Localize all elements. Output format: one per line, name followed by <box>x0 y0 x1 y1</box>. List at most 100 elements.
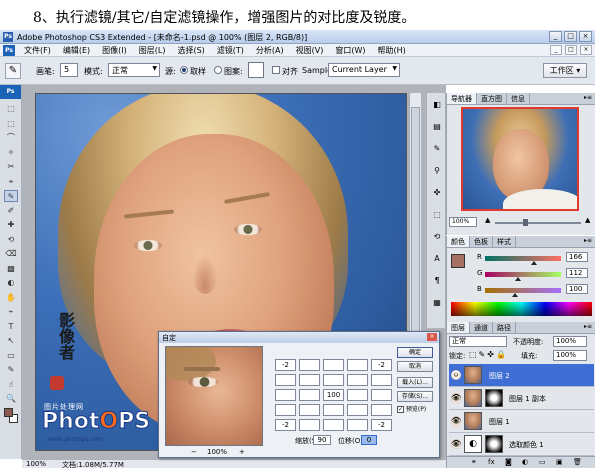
layer-row[interactable]: 👁 图层 1 副本 <box>449 387 594 410</box>
blend-mode-select[interactable]: 正常 <box>449 336 507 347</box>
panel-toggle-icon[interactable]: ⚲ <box>431 165 443 176</box>
matrix-cell[interactable] <box>347 389 368 401</box>
clone-stamp-tool-icon[interactable]: ✎ <box>5 63 21 79</box>
panel-toggle-icon[interactable]: ⟲ <box>431 231 443 242</box>
eye-icon[interactable]: 👁 <box>451 439 461 449</box>
zoom-in-icon[interactable]: ▲ <box>585 216 590 224</box>
channel-value-field[interactable]: 100 <box>566 284 588 294</box>
matrix-cell[interactable] <box>371 389 392 401</box>
matrix-cell[interactable] <box>299 404 320 416</box>
matrix-cell[interactable] <box>323 359 344 371</box>
channel-slider[interactable] <box>485 272 561 277</box>
matrix-cell[interactable] <box>323 404 344 416</box>
matrix-cell[interactable]: -2 <box>371 359 392 371</box>
aligned-checkbox[interactable] <box>272 66 280 74</box>
menu-item[interactable]: 图像(I) <box>96 45 133 56</box>
tool-button[interactable]: ⌁ <box>4 306 18 318</box>
channel-slider-knob[interactable] <box>515 277 522 281</box>
menu-item[interactable]: 选择(S) <box>171 45 210 56</box>
panel-tab[interactable]: 路径 <box>493 322 516 333</box>
dialog-preview[interactable] <box>165 346 263 446</box>
matrix-cell[interactable] <box>347 359 368 371</box>
panel-tab[interactable]: 颜色 <box>447 236 470 247</box>
panel-toggle-icon[interactable]: ◧ <box>431 99 443 110</box>
layers-action-icon[interactable]: ⚭ <box>471 458 477 466</box>
tool-button[interactable]: ⌫ <box>4 248 18 260</box>
tool-button[interactable]: ☝ <box>4 379 18 391</box>
pattern-picker[interactable] <box>248 62 264 78</box>
minimize-button[interactable]: _ <box>549 31 562 42</box>
matrix-cell[interactable]: 100 <box>323 389 344 401</box>
doc-restore-button[interactable]: □ <box>565 45 577 55</box>
menu-item[interactable]: 文件(F) <box>18 45 57 56</box>
tool-button[interactable]: ⌒ <box>4 132 18 144</box>
tool-button[interactable]: ✋ <box>4 292 18 304</box>
layer-row[interactable]: 👁 图层 1 <box>449 410 594 433</box>
save-button[interactable]: 存储(S)... <box>397 391 433 402</box>
tool-button[interactable]: ✐ <box>4 205 18 217</box>
color-swatches[interactable] <box>3 407 19 425</box>
layers-action-icon[interactable]: ▭ <box>539 458 546 466</box>
matrix-cell[interactable] <box>299 389 320 401</box>
ok-button[interactable]: 确定 <box>397 347 433 358</box>
zoom-out-icon[interactable]: ▲ <box>485 216 490 224</box>
foreground-color-swatch[interactable] <box>4 408 13 417</box>
scale-field[interactable]: 90 <box>313 435 331 445</box>
preview-checkbox[interactable]: ✓ <box>397 406 404 413</box>
panel-toggle-icon[interactable]: ⬚ <box>431 209 443 220</box>
panel-tab[interactable]: 导航器 <box>447 93 477 104</box>
eye-icon[interactable]: 👁 <box>451 416 461 426</box>
sample-select[interactable]: Current Layer ▼ <box>328 63 400 77</box>
tool-button[interactable]: ▩ <box>4 263 18 275</box>
source-sampled-radio[interactable] <box>180 66 188 74</box>
load-button[interactable]: 载入(L)... <box>397 377 433 388</box>
dialog-zoom-out-button[interactable]: − <box>191 448 197 456</box>
menu-item[interactable]: 编辑(E) <box>57 45 96 56</box>
tool-button[interactable]: ↖ <box>4 335 18 347</box>
panel-tab[interactable]: 信息 <box>507 93 530 104</box>
navigator-zoom-field[interactable]: 100% <box>449 217 477 227</box>
tool-button[interactable]: ✚ <box>4 219 18 231</box>
matrix-cell[interactable] <box>275 389 296 401</box>
tool-button[interactable]: ⌖ <box>4 176 18 188</box>
close-button[interactable]: × <box>579 31 592 42</box>
tool-button[interactable]: 🔍 <box>4 393 18 405</box>
panel-toggle-icon[interactable]: ¶ <box>431 275 443 286</box>
matrix-cell[interactable] <box>275 404 296 416</box>
brush-picker[interactable]: 5 <box>60 63 78 77</box>
menu-item[interactable]: 分析(A) <box>250 45 290 56</box>
doc-close-button[interactable]: × <box>580 45 592 55</box>
tool-button[interactable]: ▭ <box>4 350 18 362</box>
channel-slider[interactable] <box>485 288 561 293</box>
tool-button[interactable]: ✎ <box>4 364 18 376</box>
menu-item[interactable]: 图层(L) <box>133 45 172 56</box>
panel-menu-icon[interactable]: ▸≡ <box>584 94 592 101</box>
panel-tab[interactable]: 色板 <box>470 236 493 247</box>
matrix-cell[interactable]: -2 <box>275 419 296 431</box>
tool-button[interactable]: ◐ <box>4 277 18 289</box>
panel-toggle-icon[interactable]: ▦ <box>431 297 443 308</box>
channel-slider-knob[interactable] <box>511 293 518 297</box>
channel-slider[interactable] <box>485 256 561 261</box>
matrix-cell[interactable] <box>323 419 344 431</box>
tool-button[interactable]: ✧ <box>4 147 18 159</box>
layers-action-icon[interactable]: ▣ <box>556 458 563 466</box>
layers-action-icon[interactable]: ◐ <box>522 458 528 466</box>
dialog-zoom-in-button[interactable]: + <box>239 448 245 456</box>
offset-field[interactable]: 0 <box>361 435 377 445</box>
menu-item[interactable]: 窗口(W) <box>329 45 371 56</box>
cancel-button[interactable]: 取消 <box>397 361 433 372</box>
navigator-thumbnail[interactable] <box>461 107 579 211</box>
eye-icon[interactable]: 👁 <box>451 370 461 380</box>
matrix-cell[interactable]: -2 <box>275 359 296 371</box>
matrix-cell[interactable] <box>299 374 320 386</box>
panel-tab[interactable]: 样式 <box>493 236 516 247</box>
zoom-slider-knob[interactable] <box>523 219 528 226</box>
opacity-field[interactable]: 100% <box>553 336 587 347</box>
layers-action-icon[interactable]: 🗑 <box>573 458 582 466</box>
channel-slider-knob[interactable] <box>531 261 538 265</box>
panel-toggle-icon[interactable]: A <box>431 253 443 264</box>
panel-menu-icon[interactable]: ▸≡ <box>584 323 592 330</box>
layer-row[interactable]: 👁 ◐ 选取颜色 1 <box>449 433 594 456</box>
matrix-cell[interactable]: -2 <box>371 419 392 431</box>
